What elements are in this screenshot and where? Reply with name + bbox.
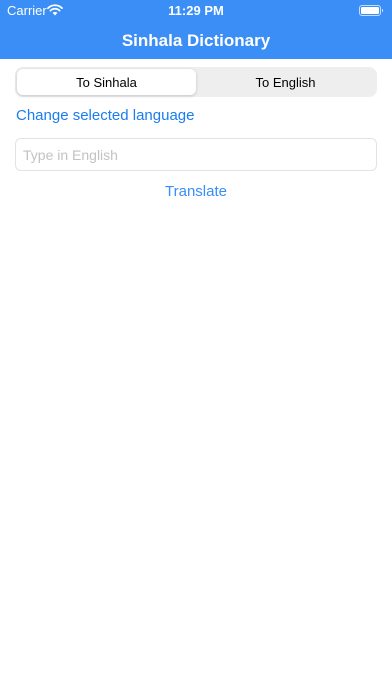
battery-icon bbox=[359, 5, 384, 16]
status-bar: Carrier 11:29 PM bbox=[0, 0, 392, 22]
segment-to-sinhala[interactable]: To Sinhala bbox=[17, 69, 196, 95]
navigation-bar: Carrier 11:29 PM Sinhala Dictionary bbox=[0, 0, 392, 59]
change-language-link[interactable]: Change selected language bbox=[16, 107, 194, 124]
direction-segmented-control: To Sinhala To English bbox=[15, 67, 377, 97]
translate-button[interactable]: Translate bbox=[165, 183, 227, 200]
status-time: 11:29 PM bbox=[168, 3, 224, 18]
segment-to-english[interactable]: To English bbox=[196, 69, 375, 95]
english-text-input[interactable] bbox=[16, 139, 376, 170]
input-container bbox=[15, 138, 377, 171]
translate-button-row: Translate bbox=[0, 183, 392, 200]
page-title: Sinhala Dictionary bbox=[121, 31, 271, 50]
